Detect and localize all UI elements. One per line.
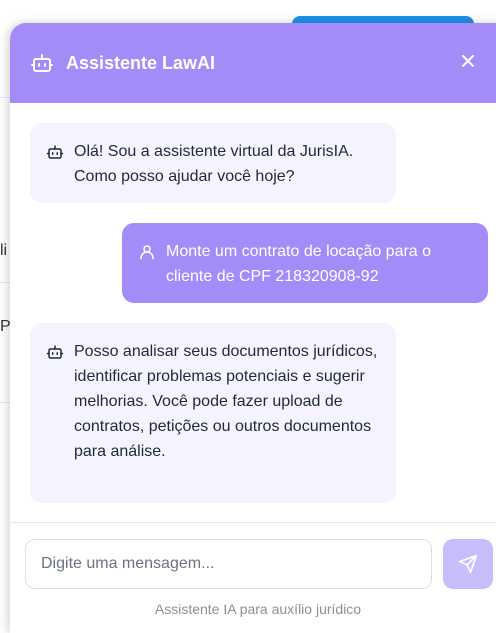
chat-header: Assistente LawAI [10,23,496,103]
message-text: Monte um contrato de locação para o clie… [166,243,432,285]
message-text: Olá! Sou a assistente virtual da JurisIA… [74,143,354,185]
bot-icon [46,143,64,161]
send-button[interactable] [443,539,493,589]
message-list: Olá! Sou a assistente virtual da JurisIA… [10,103,496,523]
user-icon [138,243,156,261]
close-icon[interactable] [458,51,478,71]
footer-caption: Assistente IA para auxílio jurídico [154,601,362,617]
user-message: Monte um contrato de locação para o clie… [122,223,488,303]
chat-title: Assistente LawAI [66,52,216,73]
message-input[interactable] [25,539,432,589]
message-text: Posso analisar seus documentos jurídicos… [74,343,378,460]
bot-icon [30,51,54,75]
assistant-message: Posso analisar seus documentos jurídicos… [30,323,396,503]
composer-divider [10,522,496,523]
bot-icon [46,343,64,361]
assistant-message: Olá! Sou a assistente virtual da JurisIA… [30,123,396,203]
send-icon [458,554,478,574]
chat-panel: Assistente LawAI Olá! Sou a assistente v… [10,23,496,633]
